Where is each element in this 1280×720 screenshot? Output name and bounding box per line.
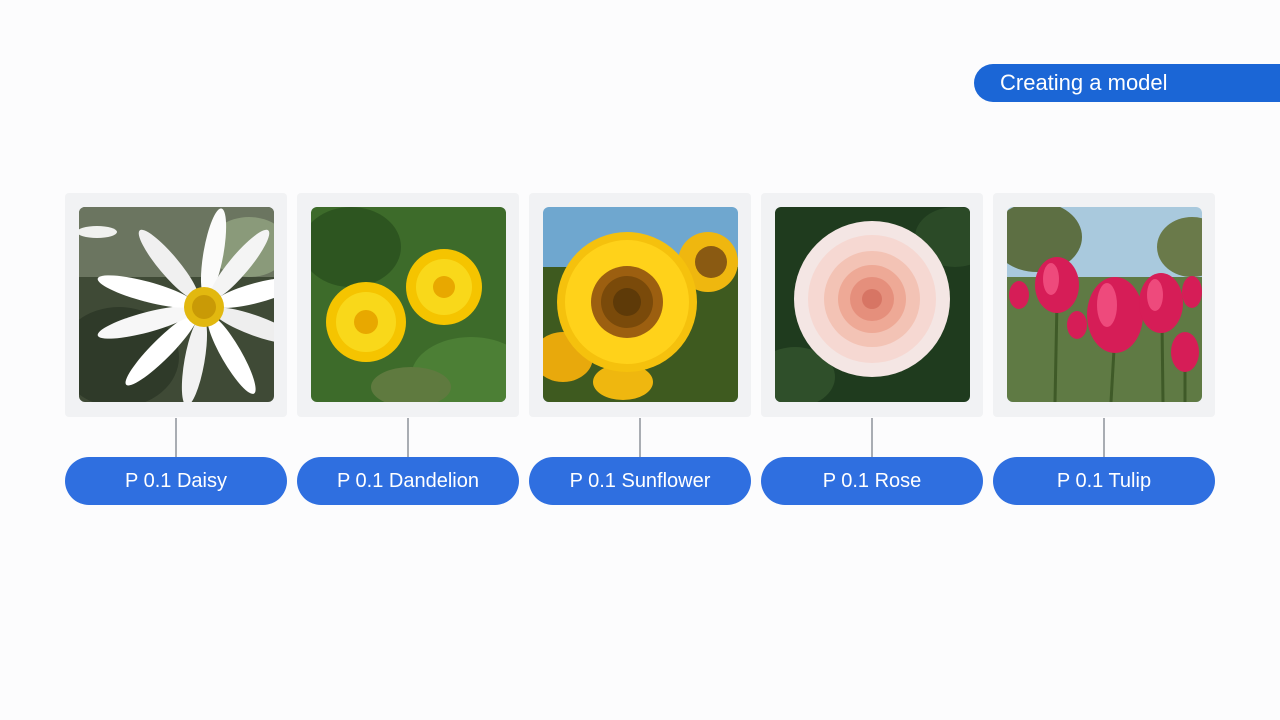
connector-line <box>175 418 177 458</box>
flower-card-daisy <box>65 193 287 417</box>
class-label-tulip[interactable]: P 0.1 Tulip <box>993 457 1215 505</box>
connector-line <box>1103 418 1105 458</box>
connector-line <box>407 418 409 458</box>
flower-card-sunflower <box>529 193 751 417</box>
section-title-badge: Creating a model <box>974 64 1280 102</box>
flower-card-rose <box>761 193 983 417</box>
tulip-photo <box>1007 207 1202 402</box>
class-label-sunflower[interactable]: P 0.1 Sunflower <box>529 457 751 505</box>
daisy-photo <box>79 207 274 402</box>
sunflower-photo <box>543 207 738 402</box>
rose-photo <box>775 207 970 402</box>
flower-card-dandelion <box>297 193 519 417</box>
class-label-rose[interactable]: P 0.1 Rose <box>761 457 983 505</box>
connector-line <box>871 418 873 458</box>
class-label-dandelion[interactable]: P 0.1 Dandelion <box>297 457 519 505</box>
connector-line <box>639 418 641 458</box>
class-label-daisy[interactable]: P 0.1 Daisy <box>65 457 287 505</box>
flower-card-tulip <box>993 193 1215 417</box>
dandelion-photo <box>311 207 506 402</box>
